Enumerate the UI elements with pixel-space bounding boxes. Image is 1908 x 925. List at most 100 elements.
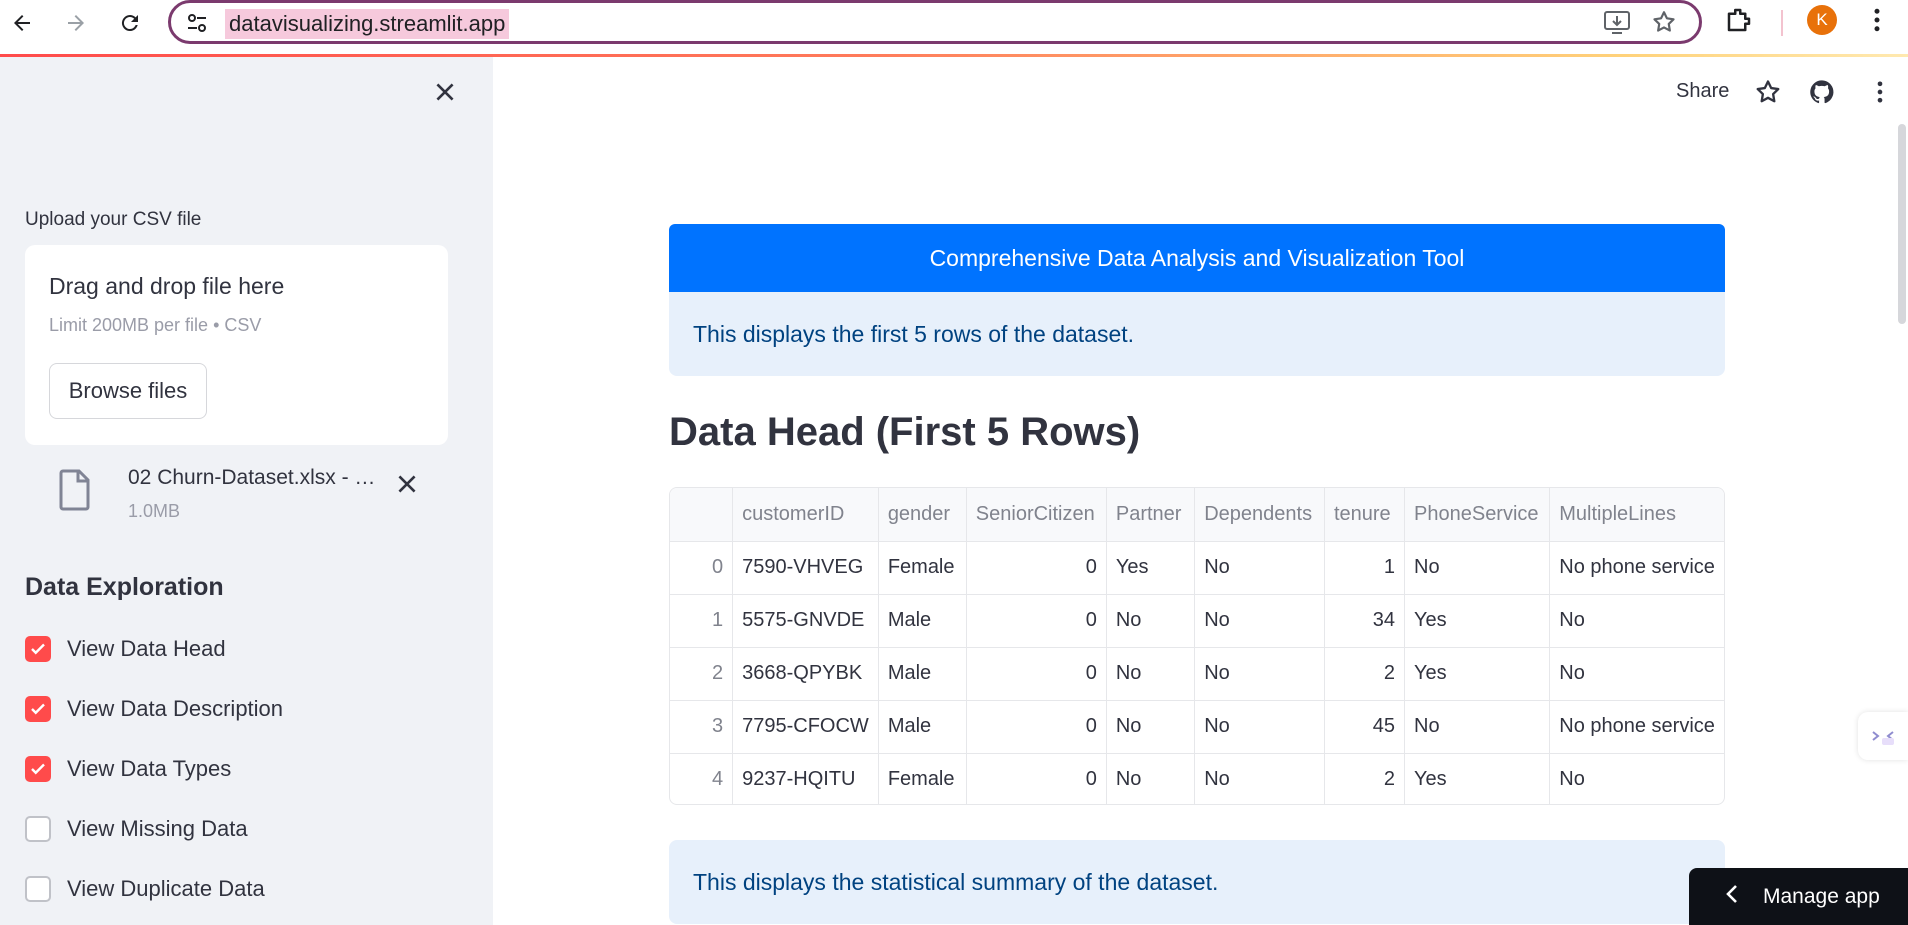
chevron-left-icon [1725,883,1739,911]
table-cell[interactable]: Male [878,700,967,754]
option-view-duplicate-data[interactable]: View Duplicate Data [25,872,265,906]
table-row: 1 5575-GNVDE Male 0 No No 34 Yes No [670,594,1724,648]
table-cell[interactable]: 0 [966,647,1107,701]
file-icon [59,469,91,516]
table-cell[interactable]: No phone service [1549,541,1724,595]
sidebar: Upload your CSV file Drag and drop file … [0,57,493,925]
option-view-data-types[interactable]: View Data Types [25,752,231,786]
file-name: 02 Churn-Dataset.xlsx - … [128,466,376,489]
file-dropzone[interactable]: Drag and drop file here Limit 200MB per … [25,245,448,445]
table-cell[interactable]: Male [878,647,967,701]
table-cell[interactable]: No [1549,753,1724,804]
data-head-heading: Data Head (First 5 Rows) [669,410,1141,454]
table-cell[interactable]: 0 [966,753,1107,804]
table-header-row: customerID gender SeniorCitizen Partner … [670,488,1724,542]
row-index[interactable]: 3 [670,700,734,754]
table-row: 3 7795-CFOCW Male 0 No No 45 No No phone… [670,700,1724,754]
table-cell[interactable]: 5575-GNVDE [732,594,879,648]
table-cell[interactable]: Female [878,753,967,804]
info-box-summary: This displays the statistical summary of… [669,840,1725,924]
column-header[interactable]: Dependents [1194,488,1325,542]
uploaded-file: 02 Churn-Dataset.xlsx - … 1.0MB [25,457,448,527]
table-cell[interactable]: Yes [1404,647,1551,701]
table-cell[interactable]: 9237-HQITU [732,753,879,804]
table-cell[interactable]: Yes [1106,541,1196,595]
table-cell[interactable]: 2 [1324,647,1406,701]
row-index[interactable]: 2 [670,647,734,701]
column-header[interactable]: Partner [1106,488,1196,542]
data-table[interactable]: customerID gender SeniorCitizen Partner … [669,487,1725,805]
table-cell[interactable]: 0 [966,594,1107,648]
table-cell[interactable]: No phone service [1549,700,1724,754]
option-view-data-description[interactable]: View Data Description [25,692,283,726]
table-cell[interactable]: No [1194,700,1325,754]
table-row: 0 7590-VHVEG Female 0 Yes No 1 No No pho… [670,541,1724,595]
column-header[interactable]: PhoneService [1404,488,1551,542]
table-cell[interactable]: 1 [1324,541,1406,595]
extensions-icon[interactable] [1724,5,1754,40]
back-icon[interactable] [4,5,40,41]
table-cell[interactable]: No [1106,700,1196,754]
table-cell[interactable]: Yes [1404,753,1551,804]
column-header[interactable]: SeniorCitizen [966,488,1107,542]
checkbox-unchecked[interactable] [25,816,51,842]
address-bar[interactable]: datavisualizing.streamlit.app [168,0,1702,44]
table-cell[interactable]: No [1549,594,1724,648]
table-cell[interactable]: No [1549,647,1724,701]
url-text[interactable]: datavisualizing.streamlit.app [225,9,510,39]
remove-file-icon[interactable] [394,471,420,502]
table-cell[interactable]: Yes [1404,594,1551,648]
checkbox-checked-icon[interactable] [25,696,51,722]
row-index[interactable]: 0 [670,541,734,595]
table-cell[interactable]: 0 [966,700,1107,754]
forward-icon[interactable] [58,5,94,41]
column-header[interactable] [670,488,734,542]
browser-menu-icon[interactable] [1862,5,1892,40]
row-index[interactable]: 4 [670,753,734,804]
table-cell[interactable]: Male [878,594,967,648]
close-sidebar-icon[interactable] [432,79,458,110]
install-app-icon[interactable] [1603,9,1631,40]
column-header[interactable]: tenure [1324,488,1406,542]
github-icon[interactable] [1808,78,1836,111]
table-cell[interactable]: No [1106,594,1196,648]
column-header[interactable]: gender [878,488,967,542]
table-cell[interactable]: 7795-CFOCW [732,700,879,754]
table-cell[interactable]: 2 [1324,753,1406,804]
table-cell[interactable]: 34 [1324,594,1406,648]
table-cell[interactable]: 7590-VHVEG [732,541,879,595]
table-cell[interactable]: 45 [1324,700,1406,754]
manage-app-label: Manage app [1763,884,1880,908]
share-button[interactable]: Share [1676,80,1729,103]
column-header[interactable]: MultipleLines [1549,488,1724,542]
table-cell[interactable]: No [1404,700,1551,754]
table-cell[interactable]: No [1194,647,1325,701]
dropzone-limit: Limit 200MB per file • CSV [49,315,262,335]
table-cell[interactable]: No [1194,594,1325,648]
browse-files-button[interactable]: Browse files [49,363,207,419]
site-settings-icon[interactable] [185,11,209,40]
table-cell[interactable]: No [1106,647,1196,701]
table-cell[interactable]: 0 [966,541,1107,595]
reload-icon[interactable] [112,5,148,41]
table-cell[interactable]: 3668-QPYBK [732,647,879,701]
table-cell[interactable]: No [1106,753,1196,804]
table-cell[interactable]: Female [878,541,967,595]
table-cell[interactable]: No [1404,541,1551,595]
profile-avatar[interactable]: K [1807,5,1837,35]
table-cell[interactable]: No [1194,541,1325,595]
app-menu-icon[interactable] [1866,78,1894,111]
favorite-star-icon[interactable] [1754,78,1782,111]
option-view-data-head[interactable]: View Data Head [25,632,226,666]
option-view-missing-data[interactable]: View Missing Data [25,812,248,846]
assistant-tab-icon[interactable] [1858,712,1908,760]
checkbox-checked-icon[interactable] [25,756,51,782]
page-scrollbar[interactable] [1898,124,1906,324]
checkbox-unchecked[interactable] [25,876,51,902]
manage-app-button[interactable]: Manage app [1689,868,1908,925]
bookmark-star-icon[interactable] [1651,9,1677,40]
row-index[interactable]: 1 [670,594,734,648]
table-cell[interactable]: No [1194,753,1325,804]
checkbox-checked-icon[interactable] [25,636,51,662]
column-header[interactable]: customerID [732,488,879,542]
